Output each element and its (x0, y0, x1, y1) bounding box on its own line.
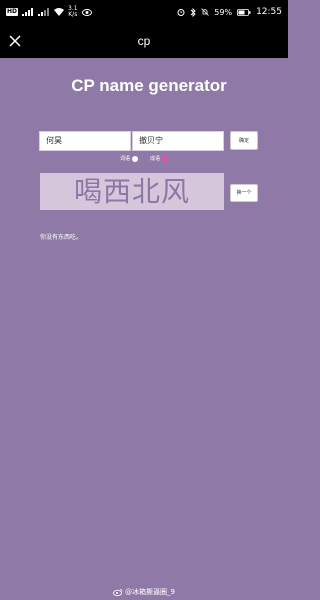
radio-words-icon[interactable] (132, 155, 139, 162)
cellular-signal-2-icon (38, 8, 50, 16)
name-input-2[interactable]: 撤贝宁 (132, 131, 224, 151)
alarm-icon (177, 9, 185, 16)
result-display: 喝西北风 (40, 173, 224, 210)
watermark-text: @冰箱撕逼圈_9 (125, 588, 175, 596)
eye-icon (81, 8, 92, 16)
status-bar: HD 3.1 K/s 59% 12:55 (0, 0, 288, 24)
mute-icon (201, 8, 210, 16)
another-button[interactable]: 换一个 (230, 184, 258, 202)
watermark: @冰箱撕逼圈_9 (0, 587, 288, 597)
battery-icon (237, 8, 251, 16)
name-input-1[interactable]: 何昊 (39, 131, 131, 151)
clock-time: 12:55 (256, 7, 282, 17)
status-left: HD 3.1 K/s (6, 6, 92, 18)
toggle-idioms[interactable]: 成语 (150, 155, 169, 162)
network-speed: 3.1 K/s (68, 5, 78, 18)
result-meaning: 你没有东西吃。 (40, 234, 83, 241)
toggle-idioms-label: 成语 (150, 156, 161, 162)
hd-badge: HD (6, 8, 19, 16)
radio-idioms-icon[interactable] (162, 155, 169, 162)
cellular-signal-icon (22, 8, 34, 16)
battery-percent: 59% (214, 7, 233, 17)
weibo-logo-icon (113, 589, 123, 596)
toggle-words[interactable]: 词语 (120, 155, 139, 162)
title-bar: cp (0, 24, 288, 58)
status-right: 59% 12:55 (177, 7, 282, 17)
toggle-words-label: 词语 (120, 156, 131, 162)
bluetooth-icon (190, 7, 196, 17)
confirm-button[interactable]: 确定 (230, 131, 258, 150)
wifi-icon (54, 8, 65, 16)
page-title: cp (137, 34, 151, 48)
generator-heading: CP name generator (71, 76, 227, 95)
close-icon[interactable] (7, 33, 23, 49)
